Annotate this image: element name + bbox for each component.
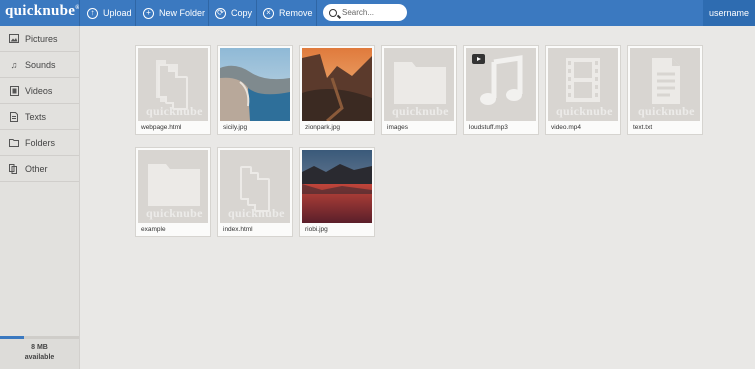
file-thumbnail: quicknube xyxy=(630,48,700,121)
music-note-icon: ♫ xyxy=(10,59,18,70)
file-tile[interactable]: quicknube webpage.html xyxy=(135,45,211,135)
storage-indicator: 8 MB available xyxy=(0,336,79,369)
play-icon[interactable] xyxy=(472,54,485,64)
watermark: quicknube xyxy=(638,104,695,118)
search-icon xyxy=(329,8,337,17)
sidebar-item-videos[interactable]: Videos xyxy=(0,78,79,104)
top-bar: quicknube® ↑ Upload + New Folder ⟳ Copy … xyxy=(0,0,755,26)
image-thumbnail xyxy=(302,150,372,223)
storage-label: available xyxy=(24,354,55,361)
sidebar-item-label: Videos xyxy=(25,85,53,96)
upload-button[interactable]: ↑ Upload xyxy=(87,6,132,20)
file-tile[interactable]: zionpark.jpg xyxy=(299,45,375,135)
sidebar-item-folders[interactable]: Folders xyxy=(0,130,79,156)
sidebar-item-label: Sounds xyxy=(25,59,56,70)
sidebar-item-label: Other xyxy=(25,163,48,174)
files-icon xyxy=(9,163,19,174)
sidebar-item-texts[interactable]: Texts xyxy=(0,104,79,130)
file-thumbnail: quicknube xyxy=(220,150,290,223)
search-input[interactable] xyxy=(342,8,402,17)
file-name: video.mp4 xyxy=(551,124,581,131)
new-folder-label: New Folder xyxy=(159,8,206,18)
upload-icon: ↑ xyxy=(87,7,98,19)
file-thumbnail xyxy=(466,48,536,121)
file-tile[interactable]: quicknube text.txt xyxy=(627,45,703,135)
watermark: quicknube xyxy=(556,104,613,118)
copy-icon: ⟳ xyxy=(215,7,226,19)
sidebar-item-pictures[interactable]: Pictures xyxy=(0,26,79,52)
toolbar-divider xyxy=(79,0,80,26)
username-menu[interactable]: username xyxy=(703,0,755,26)
file-tile[interactable]: quicknube example xyxy=(135,147,211,237)
remove-button[interactable]: × Remove xyxy=(263,6,313,20)
app-logo[interactable]: quicknube® xyxy=(5,3,80,20)
copy-button[interactable]: ⟳ Copy xyxy=(215,6,252,20)
coastline-photo xyxy=(220,48,290,121)
image-thumbnail xyxy=(302,48,372,121)
storage-amount: 8 MB xyxy=(31,344,48,351)
toolbar-divider xyxy=(135,0,136,26)
toolbar-divider xyxy=(208,0,209,26)
file-name: zionpark.jpg xyxy=(305,124,341,131)
file-thumbnail: quicknube xyxy=(138,48,208,121)
file-name: sicily.jpg xyxy=(223,124,248,131)
file-name: example xyxy=(141,226,166,233)
file-tile[interactable]: riobi.jpg xyxy=(299,147,375,237)
remove-label: Remove xyxy=(279,8,313,18)
canyon-photo xyxy=(302,48,372,121)
file-tile[interactable]: sicily.jpg xyxy=(217,45,293,135)
file-tile[interactable]: quicknube images xyxy=(381,45,457,135)
file-name: index.html xyxy=(223,226,253,233)
storage-bar-fill xyxy=(0,336,24,339)
sidebar: Pictures ♫ Sounds Videos Texts Folders O… xyxy=(0,26,80,369)
file-name: riobi.jpg xyxy=(305,226,328,233)
watermark: quicknube xyxy=(392,104,449,118)
sidebar-item-label: Texts xyxy=(25,111,47,122)
toolbar-divider xyxy=(256,0,257,26)
watermark: quicknube xyxy=(228,206,285,220)
file-tile[interactable]: quicknube index.html xyxy=(217,147,293,237)
watermark: quicknube xyxy=(146,206,203,220)
file-name: text.txt xyxy=(633,124,653,131)
upload-label: Upload xyxy=(103,8,132,18)
file-name: images xyxy=(387,124,408,131)
file-tile[interactable]: loudstuff.mp3 xyxy=(463,45,539,135)
file-name: webpage.html xyxy=(141,124,182,131)
search-box[interactable] xyxy=(323,4,407,21)
new-folder-button[interactable]: + New Folder xyxy=(143,6,205,20)
copy-label: Copy xyxy=(231,8,253,18)
lake-photo xyxy=(302,150,372,223)
file-tile[interactable]: quicknube video.mp4 xyxy=(545,45,621,135)
storage-bar xyxy=(0,336,79,339)
sidebar-item-other[interactable]: Other xyxy=(0,156,79,182)
file-thumbnail: quicknube xyxy=(138,150,208,223)
folder-icon xyxy=(9,138,19,148)
toolbar-divider xyxy=(316,0,317,26)
file-name: loudstuff.mp3 xyxy=(469,124,508,131)
image-thumbnail xyxy=(220,48,290,121)
plus-icon: + xyxy=(143,7,154,19)
picture-icon xyxy=(9,34,19,44)
sidebar-item-label: Pictures xyxy=(25,33,58,44)
close-icon: × xyxy=(263,7,274,19)
video-icon xyxy=(9,85,19,96)
file-thumbnail: quicknube xyxy=(384,48,454,121)
sidebar-item-label: Folders xyxy=(25,137,56,148)
file-thumbnail: quicknube xyxy=(548,48,618,121)
sidebar-item-sounds[interactable]: ♫ Sounds xyxy=(0,52,79,78)
watermark: quicknube xyxy=(146,104,203,118)
document-icon xyxy=(9,111,19,122)
